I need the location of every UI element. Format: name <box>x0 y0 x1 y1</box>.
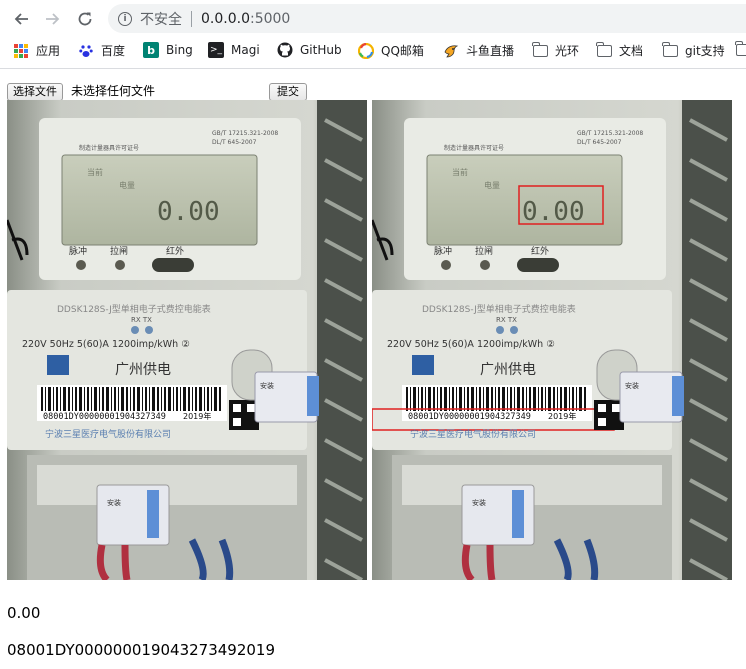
bookmark-label: Bing <box>166 43 193 57</box>
back-button[interactable] <box>9 8 33 30</box>
indicator-label-pulse: 脉冲 <box>69 245 87 257</box>
bookmark-label: 百度 <box>101 44 126 58</box>
lcd-label-energy: 电量 <box>484 180 500 190</box>
qq-mail-icon <box>358 42 374 59</box>
info-icon[interactable]: i <box>118 11 132 26</box>
bookmark-folder-docs[interactable]: 文档 <box>596 41 644 59</box>
bookmark-label: 应用 <box>36 44 61 58</box>
douyu-icon <box>443 43 459 59</box>
apps-grid-icon <box>13 43 29 59</box>
standard-line-2: DL/T 645-2007 <box>212 139 257 146</box>
lcd-label-current: 当前 <box>87 167 103 177</box>
bing-icon: b <box>143 42 159 58</box>
reading-result: 0.00 <box>7 604 41 622</box>
spec-line: 220V 50Hz 5(60)A 1200imp/kWh ② <box>387 339 555 350</box>
meter-image: 制造计量器具许可证号 GB/T 17215.321-2008 DL/T 645-… <box>7 100 367 580</box>
lcd-reading: 0.00 <box>157 197 220 227</box>
address-bar[interactable]: i 不安全 0.0.0.0:5000 <box>108 4 746 33</box>
bookmark-apps[interactable]: 应用 <box>13 42 60 59</box>
manufacturer: 宁波三星医疗电气股份有限公司 <box>410 428 536 440</box>
indicator-label-infrared: 红外 <box>531 245 549 257</box>
page-content: 选择文件 未选择任何文件 提交 制造计量器具许可证号 GB/T 17215.32… <box>0 69 746 669</box>
file-status-text: 未选择任何文件 <box>71 84 156 98</box>
folder-icon <box>532 41 548 59</box>
barcode-number: 08001DY00000001904327349 <box>408 412 531 422</box>
bookmark-folder-git[interactable]: git支持 <box>662 41 725 59</box>
utility-name: 广州供电 <box>115 362 171 378</box>
bookmark-qqmail[interactable]: QQ邮箱 <box>358 42 424 59</box>
forward-button[interactable] <box>41 8 65 30</box>
seal-text: 安装 <box>260 381 274 390</box>
bookmark-label: QQ邮箱 <box>381 44 424 58</box>
cert-label: 制造计量器具许可证号 <box>444 144 504 152</box>
original-meter-photo: 制造计量器具许可证号 GB/T 17215.321-2008 DL/T 645-… <box>7 100 367 580</box>
utility-name: 广州供电 <box>480 362 536 378</box>
bookmarks-bar: 应用 百度 b Bing >_ Magi GitHub QQ邮箱 斗鱼直播 光环… <box>0 38 746 64</box>
url-port: :5000 <box>249 10 291 27</box>
bookmark-label: GitHub <box>300 43 342 57</box>
magi-icon: >_ <box>208 42 224 58</box>
baidu-paw-icon <box>78 43 94 59</box>
rx-tx-label: RX TX <box>496 316 517 324</box>
folder-icon <box>662 41 678 59</box>
lcd-label-current: 当前 <box>452 167 468 177</box>
barcode-result: 08001DY00000001904327349201​9 <box>7 641 276 659</box>
bookmark-overflow[interactable] <box>735 41 746 58</box>
bookmark-github[interactable]: GitHub <box>277 42 342 58</box>
meter-image-annotated: 制造计量器具许可证号 GB/T 17215.321-2008 DL/T 645-… <box>372 100 732 580</box>
bookmark-label: git支持 <box>685 44 725 58</box>
bookmark-folder-guanghuan[interactable]: 光环 <box>532 41 580 59</box>
bookmark-label: 光环 <box>555 44 580 58</box>
indicator-label-switch: 拉闸 <box>475 245 493 257</box>
bookmark-douyu[interactable]: 斗鱼直播 <box>443 42 514 59</box>
model-title: DDSK128S-J型单相电子式费控电能表 <box>57 303 211 315</box>
security-label: 不安全 <box>140 11 182 28</box>
model-title: DDSK128S-J型单相电子式费控电能表 <box>422 303 576 315</box>
browser-chrome: i 不安全 0.0.0.0:5000 应用 百度 b Bing >_ Magi <box>0 0 746 69</box>
reload-icon <box>78 12 92 26</box>
url-host: 0.0.0.0 <box>201 10 250 27</box>
rx-tx-label: RX TX <box>131 316 152 324</box>
standard-line-1: GB/T 17215.321-2008 <box>212 130 278 137</box>
detected-meter-photo: 制造计量器具许可证号 GB/T 17215.321-2008 DL/T 645-… <box>372 100 732 580</box>
bookmark-label: Magi <box>231 43 260 57</box>
arrow-right-icon <box>46 13 60 25</box>
bookmark-magi[interactable]: >_ Magi <box>208 42 260 58</box>
bookmark-baidu[interactable]: 百度 <box>78 42 125 59</box>
seal-text: 安装 <box>107 498 121 507</box>
submit-button[interactable]: 提交 <box>269 83 307 101</box>
reload-button[interactable] <box>73 8 97 30</box>
cert-label: 制造计量器具许可证号 <box>79 144 139 152</box>
bookmark-label: 文档 <box>619 44 644 58</box>
barcode-year: 2019年 <box>548 411 576 421</box>
divider <box>191 10 192 27</box>
indicator-label-infrared: 红外 <box>166 245 184 257</box>
arrow-left-icon <box>14 13 28 25</box>
folder-icon <box>596 41 612 59</box>
folder-icon <box>735 41 746 58</box>
bookmark-label: 斗鱼直播 <box>466 44 515 58</box>
standard-line-1: GB/T 17215.321-2008 <box>577 130 643 137</box>
lcd-reading: 0.00 <box>522 197 585 227</box>
seal-text: 安装 <box>625 381 639 390</box>
barcode-year: 2019年 <box>183 411 211 421</box>
indicator-label-switch: 拉闸 <box>110 245 128 257</box>
indicator-label-pulse: 脉冲 <box>434 245 452 257</box>
github-icon <box>277 42 293 58</box>
barcode-number: 08001DY00000001904327349 <box>43 412 166 422</box>
lcd-label-energy: 电量 <box>119 180 135 190</box>
spec-line: 220V 50Hz 5(60)A 1200imp/kWh ② <box>22 339 190 350</box>
manufacturer: 宁波三星医疗电气股份有限公司 <box>45 428 171 440</box>
standard-line-2: DL/T 645-2007 <box>577 139 622 146</box>
bookmark-bing[interactable]: b Bing <box>143 42 193 58</box>
choose-file-button[interactable]: 选择文件 <box>7 83 63 101</box>
seal-text: 安装 <box>472 498 486 507</box>
